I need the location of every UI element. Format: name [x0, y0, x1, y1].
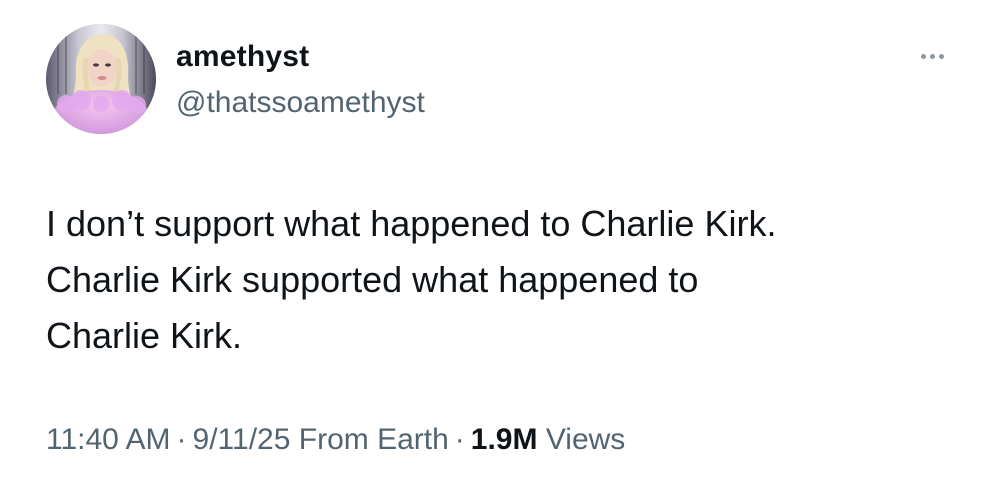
tweet-card: amethyst @thatssoamethyst I don’t suppor… [0, 0, 1000, 483]
tweet-line: I don’t support what happened to Charlie… [46, 203, 777, 244]
meta-separator: · [454, 423, 465, 456]
tweet-meta: 11:40 AM · 9/11/25 From Earth · 1.9M Views [46, 420, 625, 460]
tweet-time[interactable]: 11:40 AM [46, 423, 171, 456]
views-label[interactable]: Views [546, 423, 625, 456]
tweet-date[interactable]: 9/11/25 [193, 423, 291, 456]
tweet-line: Charlie Kirk supported what happened to [46, 259, 699, 300]
views-count[interactable]: 1.9M [471, 423, 538, 456]
more-options-icon[interactable] [912, 44, 952, 68]
profile-photo-icon [46, 24, 156, 134]
avatar[interactable] [46, 24, 156, 134]
tweet-text: I don’t support what happened to Charlie… [46, 196, 966, 364]
tweet-location: From Earth [298, 423, 449, 456]
more-dot [929, 53, 935, 59]
more-dot [920, 53, 926, 59]
more-dot [938, 53, 944, 59]
tweet-line: Charlie Kirk. [46, 315, 243, 356]
meta-separator: · [176, 423, 187, 456]
user-handle[interactable]: @thatssoamethyst [176, 84, 425, 122]
display-name[interactable]: amethyst [176, 38, 309, 76]
